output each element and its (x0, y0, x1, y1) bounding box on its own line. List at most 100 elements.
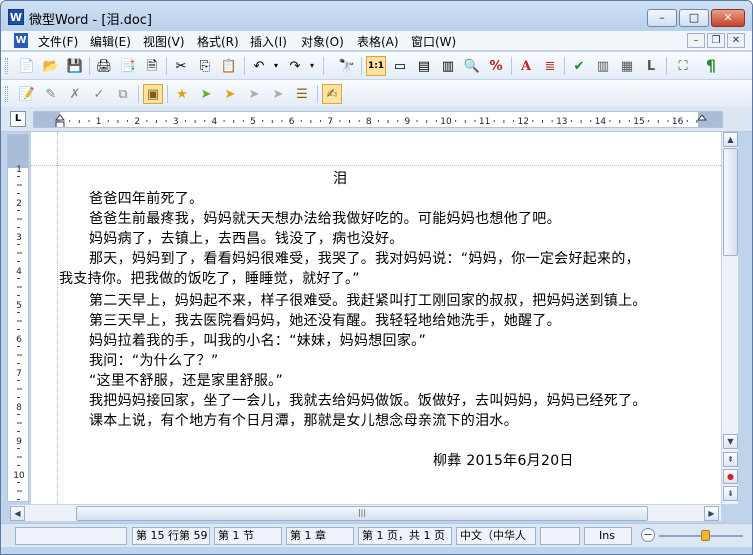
ruler-mark: 4 (212, 117, 218, 127)
track-changes-icon[interactable]: ✎ (41, 84, 61, 104)
review-pane-icon[interactable]: ▣ (143, 84, 163, 104)
menu-view[interactable]: 视图(V) (143, 33, 185, 50)
zoom-icon[interactable]: 🔍 (462, 56, 482, 76)
ruler-mark: 10 (13, 471, 25, 481)
save-icon[interactable]: 💾 (65, 56, 85, 76)
page-layout-icon[interactable]: ▦ (617, 56, 637, 76)
text-format-icon[interactable]: A (516, 56, 536, 76)
zoom-out-button[interactable]: − (641, 528, 655, 542)
ruler-mark: 3 (16, 233, 22, 243)
status-section: 第 1 节 (214, 527, 282, 545)
reject-change-icon[interactable]: ✗ (65, 84, 85, 104)
copy-icon[interactable]: ⎘ (195, 56, 215, 76)
actual-size-icon[interactable]: 1:1 (366, 56, 386, 76)
redo-icon[interactable]: ↷ (285, 56, 305, 76)
ruler-mark: 7 (327, 117, 333, 127)
paragraph-line: 课本上说，有个地方有个日月潭，那就是女儿想念母亲流下的泪水。 (89, 413, 518, 429)
columns-icon[interactable]: ▥ (593, 56, 613, 76)
paragraph-line: 那天，妈妈到了，看看妈妈很难受，我哭了。我对妈妈说：“妈妈，你一定会好起来的， (89, 251, 640, 267)
spell-check-icon[interactable]: ✔ (569, 56, 589, 76)
menu-insert[interactable]: 插入(I) (250, 33, 287, 50)
close-button[interactable]: ✕ (711, 9, 745, 27)
horizontal-scroll-thumb[interactable]: ||| (76, 506, 648, 521)
status-page: 第 1 页，共 1 页 (358, 527, 452, 545)
doc-minimize-button[interactable]: – (687, 33, 705, 48)
ruler-mark: 1 (96, 117, 102, 127)
ruler-mark: 6 (289, 117, 295, 127)
menu-file[interactable]: 文件(F) (38, 33, 78, 50)
ruler-mark: 8 (16, 403, 22, 413)
paragraph-line: 妈妈拉着我的手，叫我的小名：“妹妹，妈妈想回家。” (89, 333, 427, 349)
menu-table[interactable]: 表格(A) (357, 33, 399, 50)
ruler-mark: 10 (440, 117, 452, 127)
status-blank (540, 527, 580, 545)
delete-comment-icon[interactable]: ➤ (244, 84, 264, 104)
menu-window[interactable]: 窗口(W) (411, 33, 456, 50)
paragraph-format-icon[interactable]: ≣ (540, 56, 560, 76)
ruler-mark: 9 (405, 117, 411, 127)
doc-restore-button[interactable]: ❐ (707, 33, 725, 48)
vertical-scroll-thumb[interactable] (723, 148, 738, 256)
word-app-icon: W (8, 9, 24, 25)
vertical-ruler[interactable]: 1 2 3 4 5 6 7 8 9 10 (7, 134, 29, 502)
export-icon[interactable]: 🗎 (142, 56, 162, 76)
document-icon[interactable]: W (14, 33, 28, 48)
toolbar-grip[interactable] (5, 58, 8, 74)
paragraph-mark-icon[interactable]: ¶ (701, 56, 721, 76)
zoom-slider-thumb[interactable] (701, 530, 711, 541)
redo-dropdown-icon[interactable]: ▾ (307, 56, 317, 76)
tab-stop-selector[interactable]: L (10, 111, 26, 127)
scroll-down-button[interactable]: ▼ (723, 434, 738, 449)
status-message (15, 527, 127, 545)
binoculars-icon[interactable]: ⛶ (673, 56, 693, 76)
new-document-icon[interactable]: 📄 (17, 56, 37, 76)
paragraph-line: 我问：“为什么了？” (89, 353, 219, 369)
ruler-mark: 7 (16, 369, 22, 379)
zoom-percent-icon[interactable]: % (486, 56, 506, 76)
menu-format[interactable]: 格式(R) (197, 33, 239, 50)
undo-icon[interactable]: ↶ (249, 56, 269, 76)
horizontal-scrollbar[interactable]: ◀ ||| ▶ (10, 504, 721, 521)
comment-list-icon[interactable]: ☰ (292, 84, 312, 104)
maximize-button[interactable]: □ (679, 9, 709, 27)
menu-object[interactable]: 对象(O) (301, 33, 344, 50)
next-page-button[interactable]: ⇟ (723, 486, 738, 501)
print-preview-icon[interactable]: 📑 (118, 56, 138, 76)
previous-page-button[interactable]: ⇞ (723, 452, 738, 467)
vertical-scrollbar[interactable]: ▲ ▼ ⇞ ● ⇟ (721, 132, 738, 504)
single-page-icon[interactable]: ▤ (414, 56, 434, 76)
copy-page-icon[interactable]: ⧉ (113, 84, 133, 104)
horizontal-ruler[interactable]: 1 2 3 4 5 6 7 8 9 10 11 12 13 14 15 16 (33, 111, 723, 128)
toolbar-separator (564, 57, 565, 75)
next-comment-icon[interactable]: ➤ (196, 84, 216, 104)
toolbar-separator (167, 85, 168, 103)
prev-comment-icon[interactable]: ➤ (220, 84, 240, 104)
show-comments-icon[interactable]: ➤ (268, 84, 288, 104)
page-width-icon[interactable]: ▭ (390, 56, 410, 76)
review-edit-icon[interactable]: ✍ (322, 84, 342, 104)
toolbar-grip[interactable] (5, 86, 8, 102)
open-folder-icon[interactable]: 📂 (41, 56, 61, 76)
doc-close-button[interactable]: ✕ (727, 33, 745, 48)
browse-object-button[interactable]: ● (723, 469, 738, 484)
scroll-up-button[interactable]: ▲ (723, 132, 738, 147)
document-title: 泪 (333, 171, 348, 187)
status-insert-mode[interactable]: Ins (584, 527, 632, 545)
add-comment-icon[interactable]: ★ (172, 84, 192, 104)
two-pages-icon[interactable]: ▥ (438, 56, 458, 76)
header-footer-icon[interactable]: L (641, 56, 661, 76)
menu-edit[interactable]: 编辑(E) (90, 33, 131, 50)
accept-change-icon[interactable]: ✓ (89, 84, 109, 104)
print-icon[interactable]: 🖨 (94, 56, 114, 76)
minimize-button[interactable]: – (647, 9, 677, 27)
cut-icon[interactable]: ✂ (171, 56, 191, 76)
scroll-left-button[interactable]: ◀ (10, 506, 25, 521)
paste-icon[interactable]: 📋 (219, 56, 239, 76)
find-icon[interactable]: 🔭 (337, 56, 357, 76)
edit-document-icon[interactable]: 📝 (17, 84, 37, 104)
document-page[interactable]: 泪 爸爸四年前死了。 爸爸生前最疼我，妈妈就天天想办法给我做好吃的。可能妈妈也想… (31, 132, 721, 504)
scroll-right-button[interactable]: ▶ (704, 506, 719, 521)
ruler-mark: 14 (595, 117, 607, 127)
title-bar[interactable]: W 微型Word - [泪.doc] – □ ✕ (1, 1, 752, 31)
undo-dropdown-icon[interactable]: ▾ (271, 56, 281, 76)
